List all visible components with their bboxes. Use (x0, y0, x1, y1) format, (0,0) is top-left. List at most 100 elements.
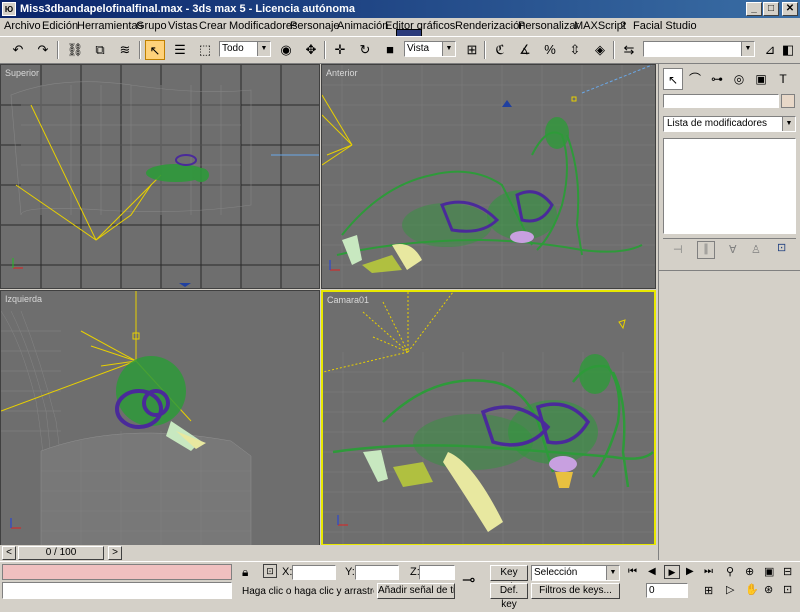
align-icon[interactable]: ⊿ (760, 40, 780, 60)
object-color-swatch[interactable] (781, 94, 795, 108)
current-frame-field[interactable]: 0 (646, 583, 688, 598)
named-selection-icon[interactable]: ◈ (590, 40, 610, 60)
menu-personalizar[interactable]: Personalizar (518, 20, 579, 32)
rectangular-selection-icon[interactable]: ⬚ (195, 40, 215, 60)
display-tab-icon[interactable]: ▣ (751, 68, 771, 90)
viewport-front[interactable]: Anterior (321, 64, 656, 289)
snap-toggle-icon[interactable]: ℭ (490, 40, 510, 60)
motion-tab-icon[interactable]: ◎ (729, 68, 749, 90)
pan-icon[interactable]: ✋ (745, 583, 759, 596)
undo-icon[interactable]: ↶ (8, 40, 28, 60)
configure-modifier-sets-icon[interactable]: ⊡ (777, 241, 786, 254)
redo-icon[interactable]: ↷ (33, 40, 53, 60)
lock-selection-icon[interactable]: 🔒︎ (242, 565, 248, 580)
create-tab-icon[interactable]: ↖ (663, 68, 683, 90)
key-selection-dropdown[interactable]: Selección ▼ (531, 565, 620, 581)
time-slider-thumb[interactable]: 0 / 100 (18, 546, 104, 560)
percent-snap-icon[interactable]: % (540, 40, 560, 60)
modifier-stack[interactable] (663, 138, 796, 234)
remove-modifier-icon[interactable]: ♙ (751, 243, 761, 256)
bind-space-warp-icon[interactable]: ≋ (115, 40, 135, 60)
pin-stack-icon[interactable]: ⊣ (673, 243, 683, 256)
arc-rotate-icon[interactable]: ⊛ (764, 583, 773, 596)
menu-crear[interactable]: Crear (199, 20, 227, 32)
select-and-move-manipulate-icon[interactable]: ✥ (301, 40, 321, 60)
modifier-list-dropdown[interactable]: Lista de modificadores ▼ (663, 116, 796, 132)
angle-snap-icon[interactable]: ∡ (515, 40, 535, 60)
add-time-tag-button[interactable]: Añadir señal de tiem (377, 583, 455, 599)
menu-modificadores[interactable]: Modificadores (229, 20, 297, 32)
zoom-all-icon[interactable]: ⊕ (745, 565, 754, 578)
prev-frame-button[interactable]: < (2, 546, 16, 560)
mirror-icon[interactable]: ⇆ (619, 40, 639, 60)
chevron-down-icon: ▼ (606, 566, 619, 580)
select-by-name-icon[interactable]: ☰ (170, 40, 190, 60)
zoom-icon[interactable]: ⚲ (726, 565, 734, 578)
maximize-button[interactable]: □ (763, 2, 779, 16)
menu-animacion[interactable]: Animación (337, 20, 388, 32)
viewport-camera[interactable]: Camara01 (321, 290, 656, 546)
menu-archivo[interactable]: Archivo (4, 20, 41, 32)
show-end-result-icon[interactable]: ∥ (697, 241, 715, 259)
key-filters-button[interactable]: Filtros de keys... (531, 583, 620, 599)
reference-coord-dropdown[interactable]: Vista ▼ (404, 41, 456, 57)
utilities-tab-icon[interactable]: T (773, 68, 793, 90)
field-of-view-icon[interactable]: ▷ (726, 583, 734, 596)
next-frame-button[interactable]: > (108, 546, 122, 560)
minimize-button[interactable]: _ (746, 2, 762, 16)
go-to-start-icon[interactable]: ⏮ (628, 566, 637, 577)
set-key-button[interactable]: Def. key (490, 583, 528, 610)
reference-coord-value: Vista (407, 43, 430, 54)
spinner-snap-icon[interactable]: ⇳ (565, 40, 585, 60)
object-name-field[interactable] (663, 94, 779, 108)
viewport-left[interactable]: Izquierda (0, 290, 320, 546)
go-to-end-icon[interactable]: ⏭ (704, 566, 713, 577)
next-frame-icon[interactable]: ▶ (686, 566, 694, 577)
named-selection-sets-dropdown[interactable]: ▼ (643, 41, 755, 57)
menu-help[interactable]: ? (620, 20, 626, 32)
select-and-scale-icon[interactable]: ■ (380, 40, 400, 60)
close-button[interactable]: ✕ (782, 2, 798, 16)
viewport-label[interactable]: Anterior (326, 68, 358, 78)
x-coordinate-field[interactable] (292, 565, 336, 580)
menu-maxscript[interactable]: MAXScript (574, 20, 626, 32)
layer-manager-icon[interactable]: ◧ (778, 40, 798, 60)
maximize-viewport-icon[interactable]: ⊡ (783, 583, 792, 596)
absolute-mode-icon[interactable]: ⊡ (263, 564, 277, 578)
modify-tab-icon[interactable]: ⌒ (685, 68, 705, 90)
maxscript-input[interactable] (2, 582, 232, 599)
viewport-label[interactable]: Izquierda (5, 294, 42, 304)
menu-vistas[interactable]: Vistas (168, 20, 198, 32)
auto-key-button[interactable]: Key auto (490, 565, 528, 592)
viewport-label[interactable]: Camara01 (327, 295, 369, 305)
menu-renderizacion[interactable]: Renderización (455, 20, 525, 32)
menu-herramientas[interactable]: Herramientas (77, 20, 143, 32)
y-coordinate-field[interactable] (355, 565, 399, 580)
unlink-icon[interactable]: ⧉ (90, 40, 110, 60)
viewport-label[interactable]: Superior (5, 68, 39, 78)
time-configuration-icon[interactable]: ⊞ (704, 584, 713, 597)
zoom-extents-all-icon[interactable]: ⊟ (783, 565, 792, 578)
previous-frame-icon[interactable]: ◀ (648, 566, 656, 577)
menu-edicion[interactable]: Edición (42, 20, 78, 32)
select-object-icon[interactable]: ↖ (145, 40, 165, 60)
app-icon[interactable]: Ю (2, 2, 16, 16)
pivot-center-icon[interactable]: ⊞ (462, 40, 482, 60)
zoom-extents-icon[interactable]: ▣ (764, 565, 774, 578)
window-crossing-icon[interactable]: ◉ (276, 40, 296, 60)
viewport-top[interactable]: Superior (0, 64, 320, 289)
selection-filter-dropdown[interactable]: Todo ▼ (219, 41, 271, 57)
hierarchy-tab-icon[interactable]: ⊶ (707, 68, 727, 90)
z-coordinate-field[interactable] (419, 565, 455, 580)
menu-personaje[interactable]: Personaje (290, 20, 340, 32)
select-and-move-icon[interactable]: ✛ (330, 40, 350, 60)
time-slider[interactable]: < 0 / 100 > (0, 545, 656, 561)
make-unique-icon[interactable]: ∀ (729, 243, 737, 256)
maxscript-listener-mini[interactable] (2, 564, 232, 580)
menu-facial-studio[interactable]: Facial Studio (633, 20, 697, 32)
menu-grupo[interactable]: Grupo (136, 20, 167, 32)
play-icon[interactable]: ▶ (664, 565, 680, 579)
select-and-link-icon[interactable]: ⛓ (65, 40, 85, 60)
select-and-rotate-icon[interactable]: ↻ (355, 40, 375, 60)
key-icon[interactable]: ⊸ (462, 570, 475, 590)
